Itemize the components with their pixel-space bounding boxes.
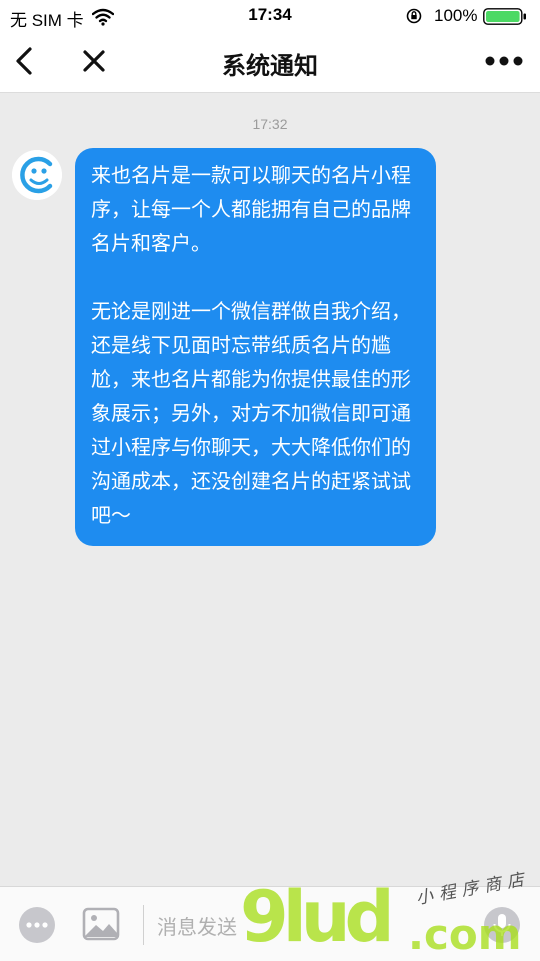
nav-bar: 系统通知	[0, 32, 540, 93]
smiley-icon	[12, 150, 62, 200]
battery-fill	[486, 11, 520, 22]
input-divider	[143, 905, 144, 945]
message-input[interactable]	[155, 911, 459, 943]
input-bar	[0, 886, 540, 961]
battery-icon	[483, 8, 526, 25]
page-title: 系统通知	[222, 52, 318, 80]
mic-icon[interactable]	[482, 905, 522, 945]
more-dots-icon[interactable]	[484, 54, 524, 68]
message-bubble[interactable]: 来也名片是一款可以聊天的名片小程序，让每一个人都能拥有自己的品牌名片和客户。 无…	[75, 148, 436, 546]
message-timestamp: 17:32	[252, 116, 288, 132]
orientation-lock-icon	[406, 8, 422, 24]
avatar[interactable]	[12, 150, 62, 200]
message-paragraph: 无论是刚进一个微信群做自我介绍，还是线下见面时忘带纸质名片的尴尬，来也名片都能为…	[91, 299, 411, 527]
image-icon[interactable]	[82, 906, 120, 942]
emoji-icon[interactable]	[17, 905, 57, 945]
battery-percent: 100%	[434, 6, 478, 25]
message-paragraph: 来也名片是一款可以聊天的名片小程序，让每一个人都能拥有自己的品牌名片和客户。	[91, 163, 411, 255]
status-bar: 无 SIM 卡 17:34 100%	[0, 0, 540, 32]
